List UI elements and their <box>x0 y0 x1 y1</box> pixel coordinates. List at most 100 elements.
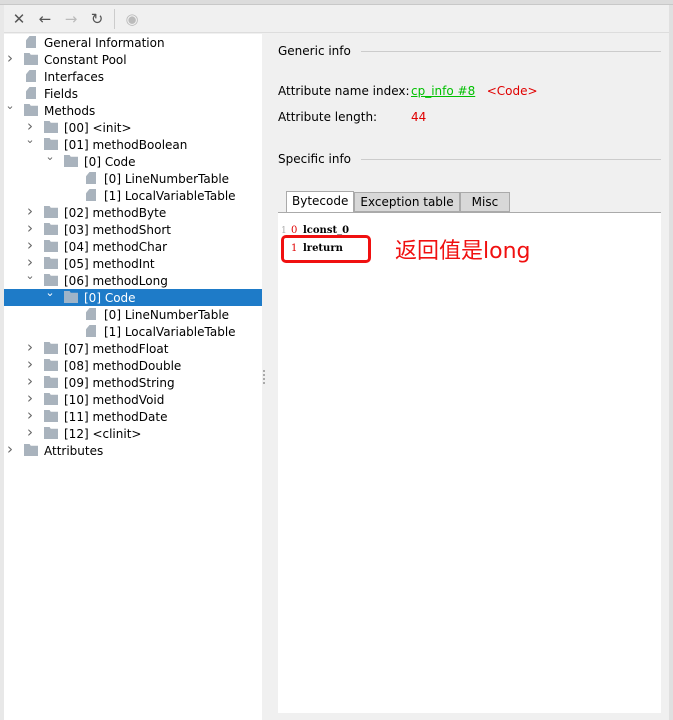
tree-node[interactable]: › [12] <clinit> <box>4 423 262 442</box>
chevron-right-icon[interactable]: › <box>25 355 35 373</box>
chevron-right-icon[interactable]: › <box>25 219 35 237</box>
tree-node[interactable]: [0] LineNumberTable <box>4 170 262 187</box>
specific-info-header: Specific info <box>278 152 661 166</box>
tree-node-label: [0] LineNumberTable <box>104 171 230 186</box>
chevron-down-icon[interactable]: ⌄ <box>25 133 35 146</box>
chevron-right-icon[interactable]: › <box>5 49 15 67</box>
highlight-box <box>281 235 371 263</box>
tree-node-label: [00] <init> <box>64 120 132 135</box>
tree-node[interactable]: [1] LocalVariableTable <box>4 323 262 340</box>
chevron-down-icon[interactable]: ⌄ <box>25 269 35 282</box>
close-icon[interactable]: ✕ <box>10 10 28 28</box>
tree-node[interactable]: ⌄ [0] Code <box>4 150 262 170</box>
tree-node-label: [10] methodVoid <box>64 392 165 407</box>
tree-node-label: [03] methodShort <box>64 222 171 237</box>
tab-misc[interactable]: Misc <box>459 192 511 212</box>
tree-node-label: [0] Code <box>84 154 136 169</box>
tree-node[interactable]: ⌄ [06] methodLong <box>4 269 262 289</box>
chevron-right-icon[interactable]: › <box>25 202 35 220</box>
chevron-right-icon[interactable]: › <box>25 406 35 424</box>
folder-icon <box>44 274 58 286</box>
tree-node[interactable]: Fields <box>4 85 262 102</box>
tree-node[interactable]: › [10] methodVoid <box>4 389 262 408</box>
folder-icon <box>44 257 58 269</box>
chevron-right-icon[interactable]: › <box>5 440 15 458</box>
tab-exception-table[interactable]: Exception table <box>354 192 460 212</box>
file-icon <box>86 308 96 320</box>
tree-node-label: [07] methodFloat <box>64 341 169 356</box>
tree-node-label: Fields <box>44 86 78 101</box>
folder-icon <box>44 359 58 371</box>
attribute-length-value: 44 <box>411 110 427 124</box>
tree-node[interactable]: › [03] methodShort <box>4 219 262 238</box>
chevron-right-icon[interactable]: › <box>25 423 35 441</box>
chevron-right-icon[interactable]: › <box>25 389 35 407</box>
tree-node[interactable]: › [02] methodByte <box>4 202 262 221</box>
tree-node-label: [0] Code <box>84 290 136 305</box>
tab-bytecode[interactable]: Bytecode <box>286 191 355 212</box>
cp-info-link[interactable]: cp_info #8 <box>411 84 475 98</box>
tree-node[interactable]: › [04] methodChar <box>4 236 262 255</box>
folder-icon <box>24 444 38 456</box>
file-icon <box>26 36 36 48</box>
toolbar: ✕ ← → ↻ ◉ <box>4 5 673 33</box>
folder-icon <box>44 342 58 354</box>
chevron-right-icon[interactable]: › <box>25 372 35 390</box>
chevron-down-icon[interactable]: ⌄ <box>45 286 55 299</box>
attribute-name-index-label: Attribute name index: <box>278 84 410 98</box>
tree-node[interactable]: › [05] methodInt <box>4 253 262 272</box>
web-globe-icon[interactable]: ◉ <box>123 10 141 28</box>
tree-node-label: [1] LocalVariableTable <box>104 324 236 339</box>
refresh-icon[interactable]: ↻ <box>88 10 106 28</box>
code-name: <Code> <box>486 84 538 98</box>
tree-node[interactable]: ⌄ Methods <box>4 99 262 119</box>
folder-icon <box>24 104 38 116</box>
tree-node-label: [09] methodString <box>64 375 175 390</box>
chevron-down-icon[interactable]: ⌄ <box>5 99 15 112</box>
folder-icon <box>64 291 78 303</box>
toolbar-separator <box>114 8 115 29</box>
tree-node-label: Constant Pool <box>44 52 127 67</box>
file-icon <box>26 87 36 99</box>
tree-node[interactable]: › Attributes <box>4 440 262 459</box>
folder-icon <box>64 155 78 167</box>
folder-icon <box>44 223 58 235</box>
back-arrow-icon[interactable]: ← <box>36 10 54 28</box>
file-icon <box>86 172 96 184</box>
tree-node[interactable]: General Information <box>4 34 262 51</box>
tree-node[interactable]: Interfaces <box>4 68 262 85</box>
chevron-right-icon[interactable]: › <box>25 236 35 254</box>
detail-panel: Generic info Attribute name index: cp_in… <box>266 34 673 720</box>
tree-node[interactable]: › [00] <init> <box>4 117 262 136</box>
bytecode-view[interactable]: 1 0 lconst_0 2 1 lreturn 返回值是long <box>278 213 661 713</box>
tree-node[interactable]: ⌄ [01] methodBoolean <box>4 133 262 153</box>
tree-node[interactable]: [1] LocalVariableTable <box>4 187 262 204</box>
file-icon <box>26 70 36 82</box>
tree-node[interactable]: › [11] methodDate <box>4 406 262 425</box>
tree-node[interactable]: › [07] methodFloat <box>4 338 262 357</box>
tree-node[interactable]: › Constant Pool <box>4 49 262 68</box>
tree-node-label: [01] methodBoolean <box>64 137 188 152</box>
chevron-down-icon[interactable]: ⌄ <box>45 150 55 163</box>
tree-node[interactable]: [0] LineNumberTable <box>4 306 262 323</box>
attribute-name-index-value: cp_info #8 <Code> <box>411 84 538 98</box>
generic-info-header: Generic info <box>278 44 661 58</box>
class-structure-tree[interactable]: General Information › Constant Pool Interfa… <box>4 34 262 720</box>
tree-node-label: [11] methodDate <box>64 409 168 424</box>
splitter-grip[interactable] <box>263 370 265 384</box>
chevron-right-icon[interactable]: › <box>25 338 35 356</box>
forward-arrow-icon[interactable]: → <box>62 10 80 28</box>
generic-info-title: Generic info <box>278 44 351 58</box>
tree-node-label: [1] LocalVariableTable <box>104 188 236 203</box>
folder-icon <box>44 138 58 150</box>
tree-node-label: [08] methodDouble <box>64 358 182 373</box>
tree-node-label: [04] methodChar <box>64 239 168 254</box>
tree-node-label: [12] <clinit> <box>64 426 142 441</box>
folder-icon <box>44 240 58 252</box>
folder-icon <box>24 53 38 65</box>
tree-node[interactable]: › [08] methodDouble <box>4 355 262 374</box>
tree-node-label: Attributes <box>44 443 104 458</box>
tree-node[interactable]: › [09] methodString <box>4 372 262 391</box>
tree-node[interactable]: ⌄ [0] Code <box>4 286 262 306</box>
tree-node-label: General Information <box>44 35 165 50</box>
